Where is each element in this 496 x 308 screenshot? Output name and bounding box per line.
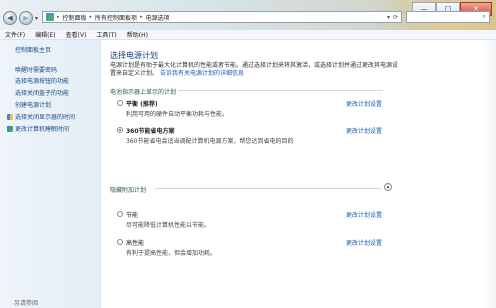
collapse-icon[interactable]: ▴: [384, 183, 392, 191]
sidebar-item-sleep-time[interactable]: 更改计算机睡眠时间: [7, 124, 69, 133]
sidebar-item-lid-close[interactable]: 选择关闭盖子的功能: [15, 88, 69, 97]
intro-text: 电源计划是有助于最大化计算机的性能或者节能。通过选择计划来将其激活，或选择计划并…: [110, 62, 398, 78]
sidebar-item-home[interactable]: 控制面板主页: [15, 45, 51, 54]
plan-360-name[interactable]: 360节能省电方案: [126, 126, 175, 135]
intro-body: 电源计划是有助于最大化计算机的性能或者节能。通过选择计划来将其激活，或选择计划并…: [110, 62, 399, 77]
recent-pages-dropdown[interactable]: ▾: [35, 15, 38, 22]
change-plan-settings-high-performance[interactable]: 更改计划设置: [346, 238, 382, 247]
plan-high-performance-desc: 有利于提高性能，但会增加功耗。: [126, 250, 217, 257]
plan-360-radio[interactable]: [117, 127, 123, 133]
plan-balanced-desc: 利用可用的硬件自动平衡功耗与性能。: [126, 111, 229, 118]
plan-balanced-radio[interactable]: [117, 100, 123, 106]
sidebar-item-create-plan[interactable]: 创建电源计划: [15, 100, 51, 109]
plan-360-desc: 360节能省电会适当调配计算机电源方案，帮您达到省电的目的: [126, 138, 294, 145]
change-plan-settings-balanced[interactable]: 更改计划设置: [346, 99, 382, 108]
sidebar-item-power-button[interactable]: 选择电源按钮的功能: [15, 76, 69, 85]
arrow-left-icon: ◀: [7, 14, 13, 22]
section-battery-plans: 电池指示器上显示的计划: [110, 89, 177, 96]
sidebar-item-wake-password[interactable]: 唤醒时需要密码: [15, 65, 57, 74]
menu-file[interactable]: 文件(F): [0, 30, 30, 39]
sidebar-item-label: 选择关闭显示器的时间: [15, 114, 76, 121]
menu-view[interactable]: 查看(V): [61, 30, 92, 39]
menu-bar: 文件(F) 编辑(E) 查看(V) 工具(T) 帮助(H): [0, 30, 496, 40]
address-dropdown-icon[interactable]: ▾: [387, 14, 390, 21]
plan-power-saver-desc: 尽可能降低计算机性能以节能。: [126, 222, 211, 229]
moon-icon: [7, 125, 13, 132]
back-button[interactable]: ◀: [3, 11, 17, 25]
section-hidden-plans: 隐藏附加计划: [110, 187, 147, 194]
page-title: 选择电源计划: [110, 51, 158, 60]
plan-balanced-name[interactable]: 平衡 (推荐): [126, 99, 158, 108]
menu-edit[interactable]: 编辑(E): [30, 30, 60, 39]
refresh-icon[interactable]: ⟳: [393, 14, 398, 21]
menu-help[interactable]: 帮助(H): [122, 30, 153, 39]
menu-tools[interactable]: 工具(T): [91, 30, 121, 39]
breadcrumb-separator-icon[interactable]: ▸: [90, 14, 93, 20]
breadcrumb-separator-icon[interactable]: ▸: [57, 14, 60, 20]
divider: [178, 90, 383, 91]
breadcrumb-all-items[interactable]: 所有控制面板项: [95, 13, 137, 22]
breadcrumb-separator-icon[interactable]: ▸: [140, 14, 143, 20]
see-also-heading: 另请参阅: [14, 300, 39, 307]
plan-power-saver-name[interactable]: 节能: [126, 210, 138, 219]
sidebar: 控制面板主页 唤醒时需要密码 选择电源按钮的功能 选择关闭盖子的功能 创建电源计…: [0, 40, 101, 308]
address-bar[interactable]: ▸ 控制面板 ▸ 所有控制面板项 ▸ 电源选项 ▾ ⟳: [42, 11, 402, 23]
breadcrumb-power-options[interactable]: 电源选项: [146, 13, 170, 22]
control-panel-icon: [46, 13, 54, 21]
breadcrumb-control-panel[interactable]: 控制面板: [63, 13, 87, 22]
learn-more-link[interactable]: 告诉我有关电源计划的详细信息: [160, 70, 244, 77]
plan-high-performance-radio[interactable]: [117, 239, 123, 245]
divider: [155, 188, 381, 189]
search-input[interactable]: ⌕: [406, 11, 490, 23]
change-plan-settings-360[interactable]: 更改计划设置: [346, 126, 382, 135]
scroll-edge: [484, 40, 496, 308]
sidebar-item-label: 更改计算机睡眠时间: [15, 126, 70, 133]
search-icon[interactable]: ⌕: [483, 13, 486, 21]
arrow-right-icon: ▶: [23, 14, 29, 22]
forward-button[interactable]: ▶: [19, 11, 33, 25]
plan-high-performance-name[interactable]: 高性能: [126, 238, 144, 247]
shield-icon: [7, 113, 13, 120]
navigation-buttons: ◀ ▶ ▾: [3, 11, 38, 25]
change-plan-settings-power-saver[interactable]: 更改计划设置: [346, 210, 382, 219]
sidebar-item-display-off[interactable]: 选择关闭显示器的时间: [7, 112, 75, 121]
main-content: 选择电源计划 电源计划是有助于最大化计算机的性能或者节能。通过选择计划来将其激活…: [101, 40, 496, 308]
plan-power-saver-radio[interactable]: [117, 211, 123, 217]
